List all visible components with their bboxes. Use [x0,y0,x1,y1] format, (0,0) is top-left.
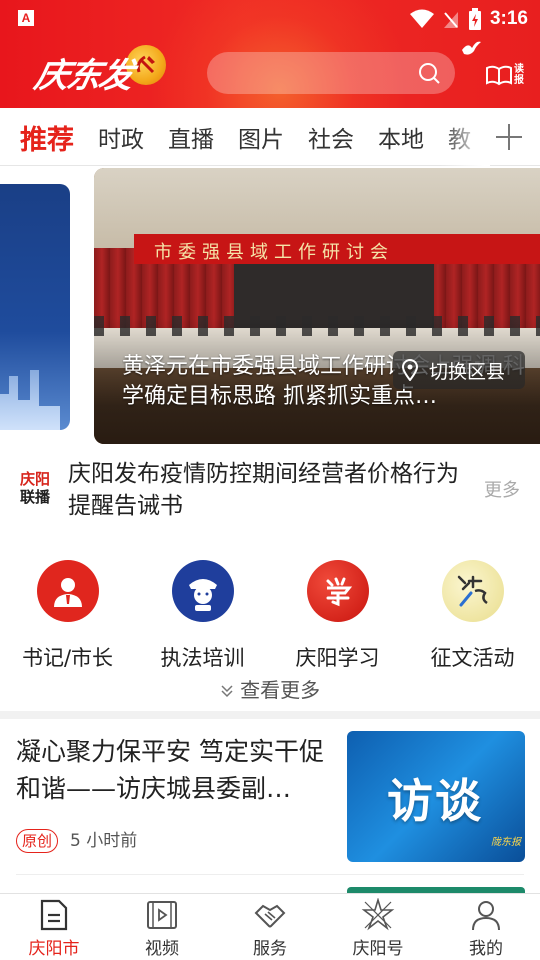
profile-icon [472,901,500,931]
official-avatar-icon [36,560,99,622]
nav-qingyang-city[interactable]: 庆阳市 [0,894,108,960]
tab-fade [440,108,490,166]
nav-label: 服务 [253,939,287,959]
signal-off-icon [443,12,458,28]
tab-local[interactable]: 本地 [378,120,424,154]
entry-label: 征文活动 [430,646,515,670]
qingyang-broadcast-logo: 庆阳 联播 [16,470,54,510]
nav-label: 庆阳号 [352,939,404,959]
handshake-icon [254,904,286,928]
tab-list: 推荐 时政 直播 图片 社会 本地 教 [0,108,488,166]
essay-contest-icon [441,560,504,622]
video-icon [147,901,177,929]
status-time: 3:16 [489,8,528,29]
dove-icon [462,41,481,55]
nav-mine[interactable]: 我的 [432,894,540,960]
tab-politics[interactable]: 时政 [98,120,144,154]
article-thumbnail[interactable]: 访谈 陇东报 [347,731,525,862]
see-more-button[interactable]: 查看更多 [0,674,540,703]
study-icon [306,560,369,622]
app-header: A 3:16 庆东发 读报 [0,0,540,108]
news-ticker[interactable]: 庆阳 联播 庆阳发布疫情防控期间经营者价格行为提醒告诫书 更多 [0,450,540,540]
app-notification-icon: A [18,10,34,26]
nav-label: 庆阳市 [28,939,80,959]
ticker-more-link[interactable]: 更多 [484,476,520,502]
account-icon [361,898,395,931]
nav-label: 视频 [145,939,179,959]
status-right-group: 3:16 [409,6,528,32]
nav-video[interactable]: 视频 [108,894,216,960]
thumbnail-watermark: 陇东报 [491,837,521,848]
switch-region-label: 切换区县 [429,360,506,383]
entry-label: 书记/市长 [21,646,114,670]
search-bar[interactable] [207,52,455,94]
entry-label: 庆阳学习 [295,646,380,670]
list-separator [16,874,524,875]
carousel-prev-slide[interactable] [0,184,70,430]
home-news-icon [40,899,68,931]
nav-label: 我的 [469,939,503,959]
battery-charging-icon [468,8,481,30]
slide-banner-text: 市委强县域工作研讨会 [154,242,394,263]
thumbnail-text: 访谈 [387,774,483,828]
list-item[interactable]: 凝心聚力保平安 笃定实干促和谐——访庆城县委副… 原创 5 小时前 访谈 陇东报 [0,719,540,875]
tab-society[interactable]: 社会 [308,120,354,154]
headline-carousel[interactable]: 市委强县域工作研讨会 黄泽元在市委强县域工作研讨会上强调 科学确定目标思路 抓紧… [0,168,540,446]
logo-text: 庆东发 [31,55,136,96]
see-more-label: 查看更多 [240,678,321,702]
tab-pictures[interactable]: 图片 [238,120,284,154]
location-pin-icon [401,359,419,381]
article-title[interactable]: 凝心聚力保平安 笃定实干促和谐——访庆城县委副… [16,733,331,807]
reader-label: 读报 [514,64,524,86]
channel-tabs: 推荐 时政 直播 图片 社会 本地 教 [0,108,540,166]
status-bar: A 3:16 [0,0,540,38]
badge-line-1: 庆阳 [19,470,50,488]
tab-recommend[interactable]: 推荐 [20,118,74,157]
tab-live[interactable]: 直播 [168,120,214,154]
bottom-navigation: 庆阳市 视频 服务 庆阳号 我的 [0,893,540,960]
police-training-icon [171,560,234,622]
city-skyline-image [0,370,60,430]
nav-qingyang-account[interactable]: 庆阳号 [324,894,432,960]
original-badge: 原创 [16,829,59,853]
open-book-icon [486,65,512,86]
badge-line-2: 联播 [19,488,50,506]
add-channel-icon[interactable] [494,122,524,152]
newspaper-reader-button[interactable]: 读报 [486,62,530,88]
app-logo[interactable]: 庆东发 [31,44,166,100]
switch-region-button[interactable]: 切换区县 [393,351,525,389]
search-icon[interactable] [417,61,441,85]
wifi-icon [409,9,434,28]
nav-services[interactable]: 服务 [216,894,324,960]
article-timestamp: 5 小时前 [70,831,138,851]
ticker-headline[interactable]: 庆阳发布疫情防控期间经营者价格行为提醒告诫书 [68,458,468,522]
entry-label: 执法培训 [160,646,245,670]
double-chevron-down-icon [221,685,233,698]
carousel-current-slide[interactable]: 市委强县域工作研讨会 黄泽元在市委强县域工作研讨会上强调 科学确定目标思路 抓紧… [94,168,540,444]
section-divider [0,711,540,719]
